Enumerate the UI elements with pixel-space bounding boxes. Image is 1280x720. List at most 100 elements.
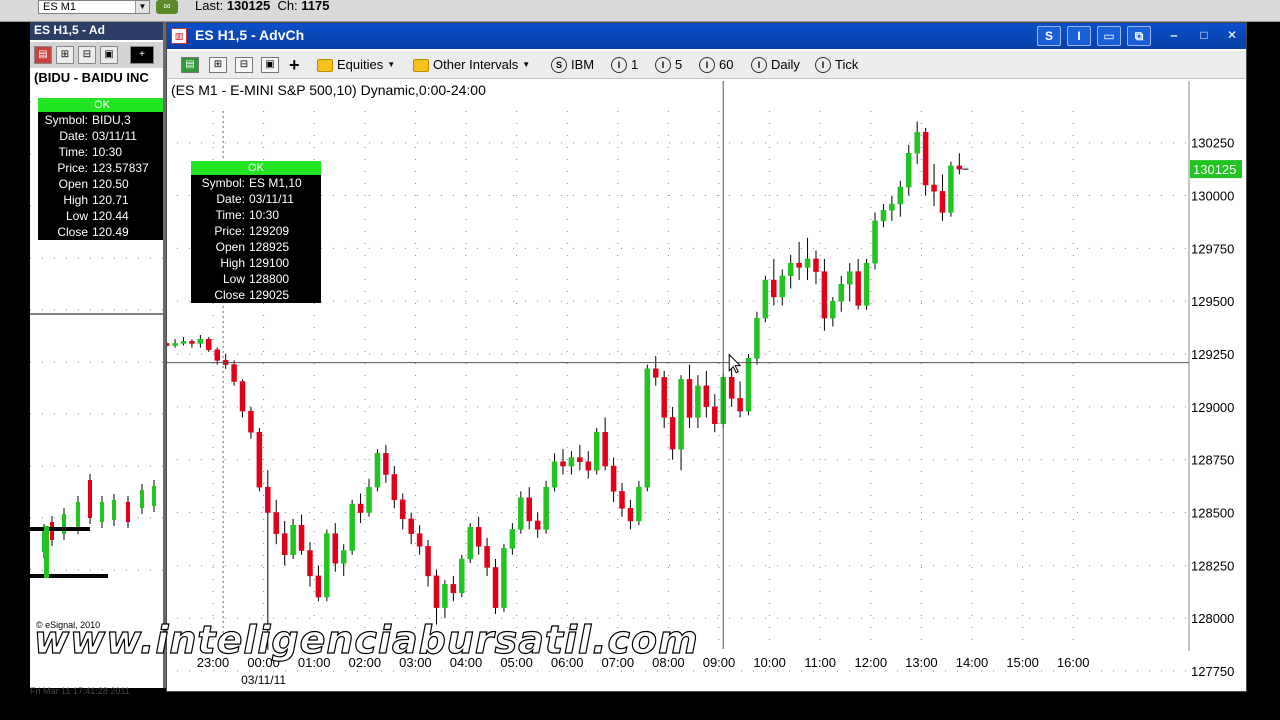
equities-menu[interactable]: Equities ▼	[317, 54, 395, 76]
candle-down	[298, 524, 305, 551]
left-data-row: Symbol: BIDU,3	[38, 112, 163, 128]
symbol-select[interactable]: ES M1 ▼	[38, 0, 150, 14]
left-data-value: 03/11/11	[92, 129, 137, 143]
chevron-down-icon[interactable]: ▼	[135, 1, 149, 13]
data-window-key: Date:	[216, 192, 245, 206]
change-label: Ch:	[277, 0, 298, 13]
candle-down	[273, 512, 279, 534]
zoom-icon[interactable]: ⊞	[56, 46, 74, 64]
data-window-row: Low 128800	[191, 271, 321, 287]
candle-down	[357, 503, 364, 513]
left-data-window: OK Symbol: BIDU,3 Date: 03/11/11 Time: 10:30 P…	[38, 98, 163, 240]
last-quote: Last: 130125 Ch: 1175	[195, 0, 330, 13]
candle-down	[206, 338, 212, 351]
status-timestamp: Fri Mar 11 17:41:28 2011	[30, 686, 130, 696]
candle-up	[366, 486, 372, 513]
left-data-value: 120.71	[92, 193, 129, 207]
candle-up	[779, 275, 785, 298]
left-chart-panel: ES H1,5 - Ad ▤ ⊞ ⊟ ▣ + (BIDU - BAIDU INC…	[30, 22, 166, 688]
folder-icon	[317, 58, 333, 72]
symbol-ibm-button[interactable]: S IBM	[551, 54, 594, 76]
price-chart[interactable]: 127750 128000 128250 128500 128750 129000 1292…	[163, 81, 1246, 691]
candle-down	[610, 465, 617, 492]
other-intervals-menu[interactable]: Other Intervals ▼	[413, 54, 530, 76]
data-window-row: Date: 03/11/11	[191, 191, 321, 207]
interval-icon: I	[751, 57, 767, 73]
candle-up	[695, 385, 701, 418]
candle-down	[703, 385, 710, 408]
layout-button[interactable]: ⊟	[235, 54, 253, 76]
candle-up	[948, 165, 954, 213]
candle-down	[408, 518, 414, 534]
link-icon[interactable]: ∞	[156, 0, 178, 14]
left-data-ok[interactable]: OK	[38, 98, 163, 112]
left-data-key: Symbol:	[44, 113, 88, 127]
data-window-value: 128800	[249, 272, 290, 286]
interval-tick-label: Tick	[835, 57, 859, 72]
candle-down	[796, 262, 802, 268]
maximize-icon[interactable]: □	[1192, 26, 1216, 46]
window-titlebar[interactable]: ▥ ES H1,5 - AdvCh S I ▭ ⧉ ‒ □ ✕	[167, 23, 1246, 49]
data-window-value: 10:30	[249, 208, 280, 222]
data-window-row: Close 129025	[191, 287, 321, 303]
candle-up	[349, 503, 355, 551]
x-tick-label: 11:00	[804, 655, 836, 670]
candle-up	[745, 357, 752, 412]
chevron-down-icon: ▼	[387, 60, 396, 69]
candle-up	[180, 341, 187, 344]
layout-icon[interactable]: ⊟	[78, 46, 96, 64]
change-value: 1175	[301, 0, 330, 13]
left-data-key: Price:	[57, 161, 88, 175]
left-window-title[interactable]: ES H1,5 - Ad	[30, 22, 163, 40]
left-candle	[126, 502, 130, 522]
interval-60-button[interactable]: I 60	[699, 54, 733, 76]
left-data-key: High	[63, 193, 88, 207]
tile-icon[interactable]: ▭	[1097, 26, 1121, 46]
add-study-button[interactable]: +	[289, 54, 300, 76]
candle-down	[712, 406, 718, 425]
symbol-icon: S	[551, 57, 567, 73]
candle-up	[459, 558, 465, 594]
interval-icon: I	[611, 57, 627, 73]
data-window-key: Close	[214, 288, 245, 302]
zoom-button[interactable]: ⊞	[209, 54, 227, 76]
restore-icon[interactable]: ⧉	[1127, 26, 1151, 46]
left-data-row: High 120.71	[38, 192, 163, 208]
data-window-row: Open 128925	[191, 239, 321, 255]
candle-up	[509, 529, 516, 549]
candle-down	[425, 546, 431, 577]
plus-icon[interactable]: +	[130, 46, 154, 64]
left-data-value: 120.49	[92, 225, 129, 239]
interval-1-button[interactable]: I 1	[611, 54, 638, 76]
candle-up	[324, 533, 330, 598]
interval-5-label: 5	[675, 57, 683, 72]
data-window-row: Symbol: ES M1,10	[191, 175, 321, 191]
properties-icon[interactable]: ▣	[100, 46, 118, 64]
interval-link-icon[interactable]: I	[1067, 26, 1091, 46]
candle-up	[197, 338, 204, 344]
x-date-label: 03/11/11	[241, 673, 286, 687]
minimize-icon[interactable]: ‒	[1162, 26, 1186, 46]
left-data-value: BIDU,3	[92, 113, 131, 127]
chart-type-button[interactable]: ▤	[181, 54, 199, 76]
candle-up	[804, 258, 811, 268]
left-data-value: 123.57837	[92, 161, 149, 175]
candle-down	[256, 431, 263, 488]
left-data-row: Price: 123.57837	[38, 160, 163, 176]
interval-5-button[interactable]: I 5	[655, 54, 682, 76]
symbol-link-icon[interactable]: S	[1037, 26, 1061, 46]
close-icon[interactable]: ✕	[1220, 26, 1244, 46]
chart-area[interactable]: 127750 128000 128250 128500 128750 129000 1292…	[163, 81, 1246, 691]
y-tick-label: 128250	[1191, 558, 1234, 573]
interval-daily-label: Daily	[771, 57, 800, 72]
candle-down	[315, 575, 322, 598]
candle-up	[846, 271, 853, 285]
candle-down	[189, 341, 195, 344]
properties-button[interactable]: ▣	[261, 54, 279, 76]
candle-icon[interactable]: ▤	[34, 46, 52, 64]
data-window-ok[interactable]: OK	[191, 161, 321, 175]
interval-daily-button[interactable]: I Daily	[751, 54, 800, 76]
y-tick-label: 129500	[1191, 294, 1234, 309]
left-candle	[112, 500, 116, 520]
interval-tick-button[interactable]: I Tick	[815, 54, 858, 76]
